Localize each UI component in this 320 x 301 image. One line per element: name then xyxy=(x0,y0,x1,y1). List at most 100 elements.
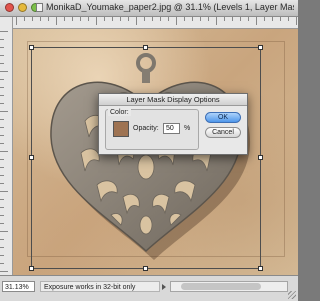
ruler-tick xyxy=(152,17,153,21)
ruler-tick xyxy=(0,199,4,200)
ruler-tick xyxy=(0,119,4,120)
ruler-tick xyxy=(144,17,145,21)
ruler-tick xyxy=(80,17,81,21)
ruler-tick xyxy=(120,17,121,21)
ruler-tick xyxy=(0,191,8,192)
ruler-tick xyxy=(0,127,4,128)
ruler-tick xyxy=(0,247,4,248)
ruler-tick xyxy=(0,71,8,72)
ruler-tick xyxy=(248,17,249,21)
ruler-tick xyxy=(16,17,17,25)
ruler-tick xyxy=(288,17,289,21)
ruler-tick xyxy=(0,175,4,176)
transform-handle-bottom-right[interactable] xyxy=(258,266,263,271)
photoshop-document-window: MonikaD_Youmake_paper2.jpg @ 31.1% (Leve… xyxy=(0,0,298,301)
ruler-tick xyxy=(160,17,161,21)
ruler-tick xyxy=(0,239,4,240)
ruler-tick xyxy=(56,17,57,25)
ruler-tick xyxy=(32,17,33,21)
ruler-tick xyxy=(0,231,8,232)
percent-sign: % xyxy=(184,125,191,132)
ruler-tick xyxy=(0,31,8,32)
ruler-tick xyxy=(24,17,25,21)
ruler-tick xyxy=(0,263,4,264)
ruler-tick xyxy=(0,39,4,40)
ruler-tick xyxy=(0,183,4,184)
ruler-tick xyxy=(0,95,4,96)
minimize-window-icon[interactable] xyxy=(18,3,27,12)
color-group-label: Color: xyxy=(108,109,131,116)
scrollbar-thumb[interactable] xyxy=(181,283,261,290)
window-controls xyxy=(5,3,40,12)
horizontal-scrollbar[interactable] xyxy=(170,281,288,292)
zoom-level-field[interactable]: 31.13% xyxy=(2,281,35,292)
ruler-tick xyxy=(0,135,4,136)
ruler-tick xyxy=(208,17,209,21)
cancel-button[interactable]: Cancel xyxy=(205,127,241,138)
transform-handle-bottom[interactable] xyxy=(143,266,148,271)
ruler-tick xyxy=(136,17,137,25)
ruler-tick xyxy=(272,17,273,21)
ruler-tick xyxy=(96,17,97,25)
status-info: Exposure works in 32-bit only xyxy=(40,281,160,292)
layer-mask-display-options-dialog: Layer Mask Display Options Color: Opacit… xyxy=(98,93,248,155)
ruler-tick xyxy=(296,17,297,25)
ruler-tick xyxy=(0,215,4,216)
ruler-tick xyxy=(112,17,113,21)
transform-handle-top-left[interactable] xyxy=(29,45,34,50)
horizontal-ruler[interactable] xyxy=(12,17,298,29)
transform-handle-top-right[interactable] xyxy=(258,45,263,50)
transform-handle-bottom-left[interactable] xyxy=(29,266,34,271)
ruler-tick xyxy=(0,111,8,112)
ruler-tick xyxy=(48,17,49,21)
ruler-tick xyxy=(0,79,4,80)
ruler-tick xyxy=(168,17,169,21)
ruler-tick xyxy=(0,143,4,144)
close-window-icon[interactable] xyxy=(5,3,14,12)
ruler-tick xyxy=(264,17,265,21)
ruler-tick xyxy=(0,255,4,256)
transform-bounding-box[interactable] xyxy=(29,45,263,271)
transform-handle-top[interactable] xyxy=(143,45,148,50)
ruler-tick xyxy=(40,17,41,21)
ruler-tick xyxy=(0,87,4,88)
ok-button[interactable]: OK xyxy=(205,112,241,123)
transform-handle-left[interactable] xyxy=(29,155,34,160)
triangle-right-icon[interactable] xyxy=(162,284,166,290)
ruler-tick xyxy=(0,63,4,64)
dialog-title: Layer Mask Display Options xyxy=(99,94,247,106)
ruler-tick xyxy=(0,223,4,224)
opacity-input[interactable]: 50 xyxy=(163,123,180,134)
ruler-tick xyxy=(256,17,257,25)
title-bar[interactable]: MonikaD_Youmake_paper2.jpg @ 31.1% (Leve… xyxy=(0,0,298,17)
ruler-tick xyxy=(192,17,193,21)
ruler-tick xyxy=(0,151,8,152)
ruler-tick xyxy=(64,17,65,21)
ruler-tick xyxy=(200,17,201,21)
ruler-tick xyxy=(232,17,233,21)
ruler-tick xyxy=(0,159,4,160)
ruler-tick xyxy=(0,55,4,56)
ruler-tick xyxy=(176,17,177,25)
ruler-tick xyxy=(0,271,8,272)
ruler-tick xyxy=(0,47,4,48)
resize-grip-icon[interactable] xyxy=(288,291,296,299)
ruler-tick xyxy=(0,103,4,104)
status-bar: 31.13% Exposure works in 32-bit only xyxy=(0,275,298,301)
window-title: MonikaD_Youmake_paper2.jpg @ 31.1% (Leve… xyxy=(46,2,294,12)
vertical-ruler[interactable] xyxy=(0,17,13,275)
ruler-tick xyxy=(240,17,241,21)
ruler-tick xyxy=(184,17,185,21)
opacity-label: Opacity: xyxy=(133,125,159,132)
ruler-tick xyxy=(0,207,4,208)
ruler-tick xyxy=(88,17,89,21)
ruler-tick xyxy=(128,17,129,21)
transform-handle-right[interactable] xyxy=(258,155,263,160)
color-swatch[interactable] xyxy=(113,121,129,137)
ruler-tick xyxy=(72,17,73,21)
ruler-tick xyxy=(0,167,4,168)
ruler-tick xyxy=(224,17,225,21)
ruler-tick xyxy=(280,17,281,21)
document-icon xyxy=(36,3,43,12)
ruler-tick xyxy=(216,17,217,25)
